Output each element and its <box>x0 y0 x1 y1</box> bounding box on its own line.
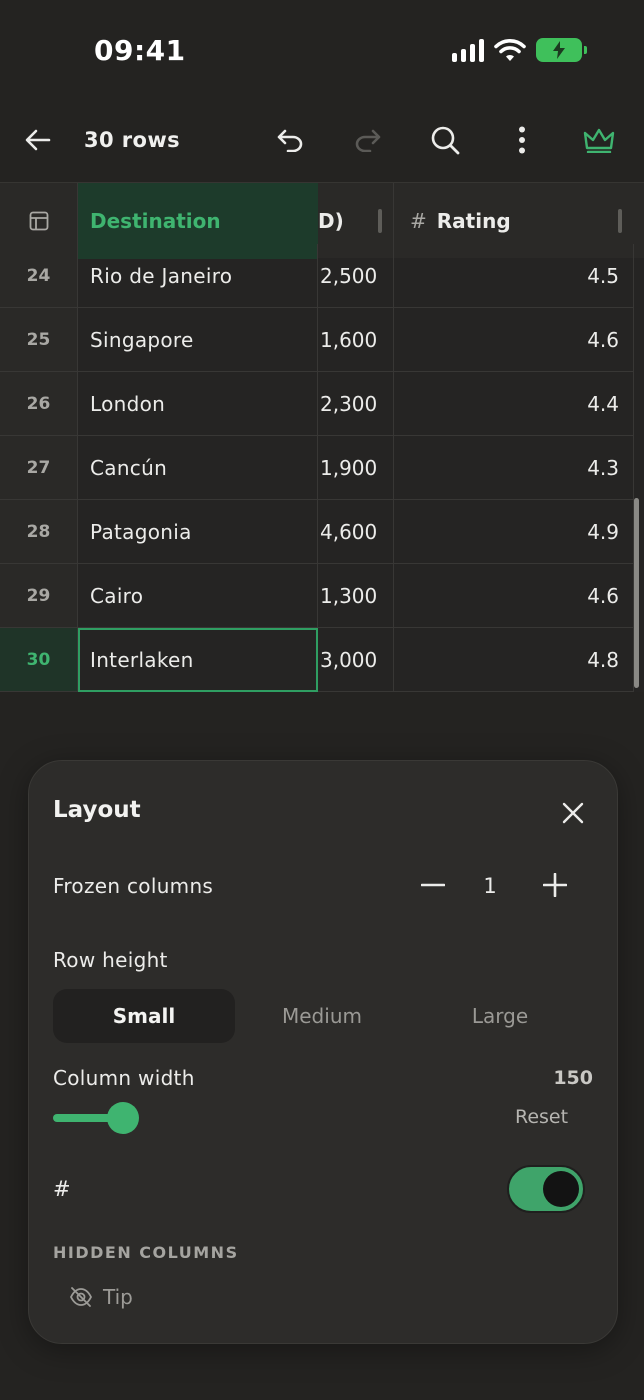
panel-title: Layout <box>53 797 141 823</box>
search-icon <box>431 126 460 155</box>
rating-cell[interactable]: 4.6 <box>394 564 634 628</box>
undo-button[interactable] <box>268 118 312 162</box>
column-width-slider-thumb[interactable] <box>107 1102 139 1134</box>
column-header-label: D) <box>318 209 344 233</box>
cellular-signal-icon <box>452 38 484 62</box>
rating-cell[interactable]: 4.6 <box>394 308 634 372</box>
more-vertical-icon <box>519 126 525 154</box>
plus-icon <box>543 873 567 897</box>
row-count-title: 30 rows <box>84 128 181 152</box>
destination-cell[interactable]: Interlaken <box>78 628 318 692</box>
vertical-scrollbar[interactable] <box>634 498 639 688</box>
row-height-option-large[interactable]: Large <box>409 989 591 1043</box>
search-button[interactable] <box>423 118 467 162</box>
row-numbers-label: # <box>53 1177 71 1201</box>
back-button[interactable] <box>16 118 60 162</box>
toolbar: 30 rows <box>0 100 644 182</box>
row-height-label: Row height <box>53 948 168 972</box>
column-width-label: Column width <box>53 1066 195 1090</box>
row-number-cell: 27 <box>0 436 78 500</box>
destination-cell[interactable]: London <box>78 372 318 436</box>
hidden-columns-heading: HIDDEN COLUMNS <box>53 1243 239 1262</box>
price-cell[interactable]: 1,900 <box>318 436 394 500</box>
status-bar: 09:41 <box>0 0 644 100</box>
table-icon <box>29 211 48 231</box>
rating-cell[interactable]: 4.5 <box>394 244 634 308</box>
close-icon <box>562 802 584 824</box>
frozen-columns-label: Frozen columns <box>53 874 214 898</box>
number-type-icon: # <box>410 209 427 233</box>
eye-off-icon <box>69 1287 93 1307</box>
reset-button[interactable]: Reset <box>515 1106 568 1128</box>
frozen-columns-value: 1 <box>483 874 497 898</box>
price-cell[interactable]: 4,600 <box>318 500 394 564</box>
column-header-label: Rating <box>436 209 511 233</box>
status-icons <box>452 38 587 62</box>
rating-cell[interactable]: 4.4 <box>394 372 634 436</box>
price-cell[interactable]: 2,500 <box>318 244 394 308</box>
hidden-column-label: Tip <box>103 1285 133 1309</box>
redo-icon <box>355 129 381 152</box>
redo-button[interactable] <box>346 118 390 162</box>
price-cell[interactable]: 1,600 <box>318 308 394 372</box>
back-arrow-icon <box>25 129 51 151</box>
bolt-icon <box>553 41 565 59</box>
column-width-value: 150 <box>553 1067 593 1089</box>
close-button[interactable] <box>551 791 595 835</box>
row-number-cell: 29 <box>0 564 78 628</box>
price-cell[interactable]: 2,300 <box>318 372 394 436</box>
row-number-cell: 28 <box>0 500 78 564</box>
destination-cell[interactable]: Rio de Janeiro <box>78 244 318 308</box>
row-height-option-medium[interactable]: Medium <box>231 989 413 1043</box>
row-number-cell: 25 <box>0 308 78 372</box>
premium-button[interactable] <box>577 118 621 162</box>
wifi-icon <box>494 39 526 61</box>
data-grid[interactable]: Destination D) # Rating 24 Rio de Janeiro… <box>0 182 644 692</box>
price-cell[interactable]: 1,300 <box>318 564 394 628</box>
frozen-columns-increment-button[interactable] <box>533 863 577 907</box>
minus-icon <box>421 883 445 887</box>
row-number-cell: 30 <box>0 628 78 692</box>
layout-panel: Layout Frozen columns 1 Row height Small… <box>28 760 618 1344</box>
row-numbers-toggle[interactable] <box>507 1165 585 1213</box>
rating-cell[interactable]: 4.9 <box>394 500 634 564</box>
destination-cell[interactable]: Cairo <box>78 564 318 628</box>
hidden-column-item[interactable]: Tip <box>69 1285 133 1309</box>
destination-cell[interactable]: Singapore <box>78 308 318 372</box>
row-number-cell: 24 <box>0 244 78 308</box>
row-height-option-small[interactable]: Small <box>53 989 235 1043</box>
more-options-button[interactable] <box>500 118 544 162</box>
undo-icon <box>277 129 303 152</box>
column-header-label: Destination <box>90 209 221 233</box>
crown-icon <box>583 128 615 153</box>
rating-cell[interactable]: 4.8 <box>394 628 634 692</box>
toggle-knob <box>543 1171 579 1207</box>
price-cell[interactable]: 3,000 <box>318 628 394 692</box>
row-number-cell: 26 <box>0 372 78 436</box>
frozen-columns-decrement-button[interactable] <box>411 863 455 907</box>
destination-cell[interactable]: Patagonia <box>78 500 318 564</box>
column-resize-handle[interactable] <box>378 209 382 233</box>
battery-charging-icon <box>536 38 587 62</box>
rating-cell[interactable]: 4.3 <box>394 436 634 500</box>
column-resize-handle[interactable] <box>618 209 622 233</box>
status-time: 09:41 <box>94 34 186 67</box>
destination-cell[interactable]: Cancún <box>78 436 318 500</box>
